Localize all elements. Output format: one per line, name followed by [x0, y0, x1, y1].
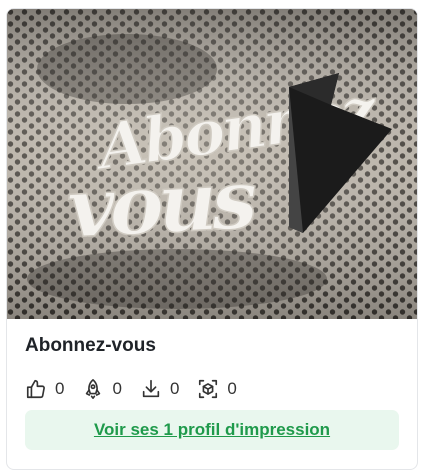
boosts-stat[interactable]: 0	[82, 378, 122, 400]
model-title[interactable]: Abonnez-vous	[25, 335, 156, 357]
download-icon	[140, 378, 162, 400]
print-profiles-link[interactable]: Voir ses 1 profil d'impression	[94, 420, 330, 440]
model-thumbnail[interactable]: Abonnez vous	[7, 9, 417, 319]
model-card[interactable]: Abonnez vous Abonnez-vous 0 0 0 0 Voir s…	[6, 8, 418, 470]
3d-box-icon	[197, 378, 219, 400]
downloads-count: 0	[169, 379, 180, 398]
likes-count: 0	[55, 379, 65, 398]
thumbs-up-icon	[25, 378, 47, 400]
downloads-stat[interactable]: 0	[140, 378, 179, 400]
print-photo: Abonnez vous	[7, 9, 417, 319]
prints-count: 0	[227, 379, 237, 398]
boosts-count: 0	[112, 379, 122, 398]
print-profiles-button[interactable]: Voir ses 1 profil d'impression	[25, 410, 399, 450]
rocket-icon	[82, 378, 104, 400]
likes-stat[interactable]: 0	[25, 378, 64, 400]
prints-stat[interactable]: 0	[197, 378, 237, 400]
svg-text:vous: vous	[65, 151, 259, 257]
stats-bar: 0 0 0 0	[25, 377, 255, 401]
